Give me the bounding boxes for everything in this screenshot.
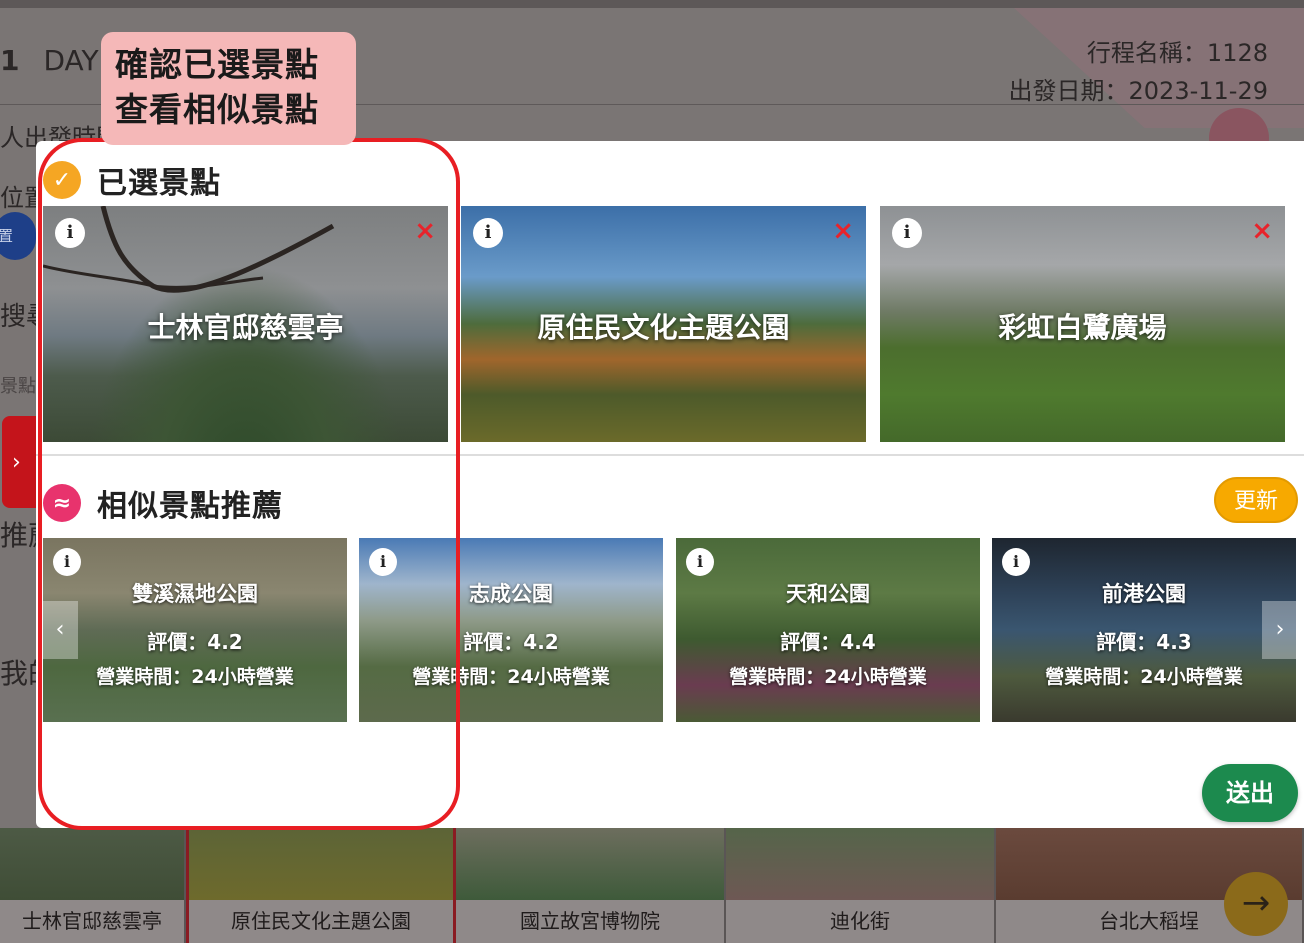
day-indicator: 1 DAY xyxy=(0,44,99,77)
recommendation-card[interactable]: 前港公園 評價：4.3 營業時間：24小時營業 i xyxy=(992,538,1296,722)
itinerary-card[interactable]: 士林官邸慈雲亭 xyxy=(0,828,186,943)
chevron-right-icon: › xyxy=(12,450,21,475)
itinerary-card[interactable]: 原住民文化主題公園 xyxy=(186,828,456,943)
tutorial-highlight xyxy=(38,138,460,830)
tutorial-callout: 確認已選景點 查看相似景點 xyxy=(101,32,356,145)
spot-rating: 評價：4.4 xyxy=(780,630,876,654)
itinerary-strip: 士林官邸慈雲亭 原住民文化主題公園 國立故宮博物院 迪化街 台北大稻埕 xyxy=(0,828,1304,943)
trip-meta: 行程名稱：1128 出發日期：2023-11-29 xyxy=(1009,34,1268,110)
card-image xyxy=(0,828,184,900)
spot-rating: 評價：4.3 xyxy=(1096,630,1192,654)
spot-name: 原住民文化主題公園 xyxy=(537,311,790,344)
info-icon[interactable]: i xyxy=(892,218,922,248)
selected-spot-card[interactable]: 彩虹白鷺廣場 i × xyxy=(880,206,1285,442)
itinerary-card-label: 原住民文化主題公園 xyxy=(189,900,453,943)
close-icon[interactable]: × xyxy=(832,216,854,246)
itinerary-card-label: 士林官邸慈雲亭 xyxy=(0,900,184,943)
itinerary-card[interactable]: 迪化街 xyxy=(726,828,996,943)
location-pill[interactable]: 置 xyxy=(0,212,36,260)
info-icon[interactable]: i xyxy=(473,218,503,248)
spot-name: 彩虹白鷺廣場 xyxy=(998,311,1167,344)
arrow-right-icon: → xyxy=(1241,883,1271,923)
recommendation-card[interactable]: 天和公園 評價：4.4 營業時間：24小時營業 i xyxy=(676,538,980,722)
trip-name: 行程名稱：1128 xyxy=(1086,39,1268,67)
itinerary-card[interactable]: 國立故宮博物院 xyxy=(456,828,726,943)
callout-line-1: 確認已選景點 xyxy=(115,45,319,84)
day-number: 1 xyxy=(0,44,20,77)
info-icon[interactable]: i xyxy=(686,548,714,576)
card-image xyxy=(189,828,453,900)
close-icon[interactable]: × xyxy=(1251,216,1273,246)
selected-spot-card[interactable]: 原住民文化主題公園 i × xyxy=(461,206,866,442)
callout-line-2: 查看相似景點 xyxy=(115,90,319,129)
next-step-button[interactable]: → xyxy=(1224,872,1288,936)
info-icon[interactable]: i xyxy=(1002,548,1030,576)
spot-hours: 營業時間：24小時營業 xyxy=(729,666,927,688)
card-image xyxy=(456,828,724,900)
chevron-right-icon: › xyxy=(1275,617,1285,642)
refresh-button[interactable]: 更新 xyxy=(1214,477,1298,523)
carousel-next-button[interactable]: › xyxy=(1262,601,1298,659)
side-label-spots: 景點 xyxy=(0,376,36,397)
spot-name: 天和公園 xyxy=(786,582,870,606)
top-bar xyxy=(0,0,1304,8)
card-image xyxy=(726,828,994,900)
itinerary-card-label: 國立故宮博物院 xyxy=(456,900,724,943)
itinerary-card-label: 迪化街 xyxy=(726,900,994,943)
spot-name: 前港公園 xyxy=(1102,582,1186,606)
submit-button[interactable]: 送出 xyxy=(1202,764,1298,822)
day-word: DAY xyxy=(43,44,99,77)
spot-hours: 營業時間：24小時營業 xyxy=(1045,666,1243,688)
